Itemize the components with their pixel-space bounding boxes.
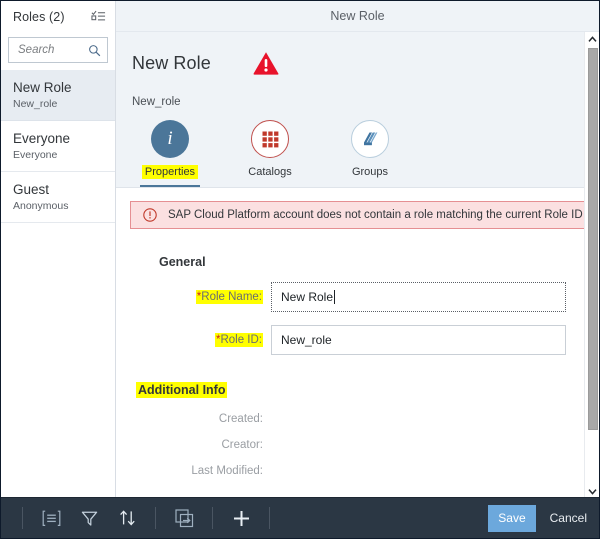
- bottom-toolbar: Save Cancel: [1, 497, 599, 538]
- additional-info-section-title: Additional Info: [136, 382, 227, 398]
- toolbar-divider: [22, 507, 23, 529]
- scroll-up-arrow[interactable]: [585, 32, 599, 46]
- info-circle-icon: i: [151, 120, 189, 158]
- roles-sidebar: Roles (2): [1, 1, 116, 498]
- list-item-guest[interactable]: Guest Anonymous: [1, 172, 115, 223]
- error-circle-icon: [143, 208, 157, 222]
- checklist-icon[interactable]: [91, 9, 106, 24]
- list-item-title: Everyone: [13, 131, 115, 147]
- row-created: Created:: [130, 413, 585, 425]
- created-label: Created:: [130, 413, 271, 425]
- toolbar-divider: [269, 507, 270, 529]
- detail-topbar-title: New Role: [330, 9, 384, 23]
- detail-subtitle: New_role: [132, 96, 599, 108]
- form-row-role-id: *Role ID: New_role: [130, 325, 585, 355]
- role-id-input[interactable]: New_role: [271, 325, 566, 355]
- list-item-everyone[interactable]: Everyone Everyone: [1, 121, 115, 172]
- detail-title-row: New Role: [132, 50, 599, 76]
- warning-triangle-icon: [252, 50, 280, 76]
- detail-header: New Role New_role: [116, 32, 599, 108]
- tab-label-properties: Properties: [142, 165, 198, 179]
- list-item-title: Guest: [13, 182, 115, 198]
- application-window: Roles (2): [0, 0, 600, 539]
- vertical-scrollbar[interactable]: [584, 32, 599, 498]
- copy-move-icon[interactable]: [169, 503, 199, 533]
- search-box[interactable]: [8, 37, 108, 63]
- role-name-label-text: Role Name:: [201, 291, 262, 303]
- role-id-label: *Role ID:: [130, 334, 271, 346]
- form-row-role-name: *Role Name: New Role: [130, 282, 585, 312]
- role-detail-panel: New Role New Role New_role: [116, 1, 599, 498]
- tab-label-groups: Groups: [349, 165, 391, 179]
- tab-label-catalogs: Catalogs: [245, 165, 294, 179]
- tab-groups[interactable]: Groups: [334, 120, 406, 187]
- role-name-input[interactable]: New Role: [271, 282, 566, 312]
- group-list-icon[interactable]: [36, 503, 66, 533]
- row-last-modified: Last Modified:: [130, 465, 585, 477]
- grid-icon: [251, 120, 289, 158]
- creator-label: Creator:: [130, 439, 271, 451]
- list-item-subtitle: New_role: [13, 98, 115, 111]
- error-message-text: SAP Cloud Platform account does not cont…: [168, 209, 583, 221]
- list-item-subtitle: Everyone: [13, 149, 115, 162]
- detail-topbar: New Role: [116, 1, 599, 32]
- search-icon[interactable]: [88, 44, 101, 57]
- row-creator: Creator:: [130, 439, 585, 451]
- filter-icon[interactable]: [74, 503, 104, 533]
- scroll-down-arrow[interactable]: [585, 484, 599, 498]
- role-id-label-text: Role ID:: [220, 334, 262, 346]
- add-icon[interactable]: [226, 503, 256, 533]
- save-button[interactable]: Save: [488, 505, 535, 532]
- list-item-new-role[interactable]: New Role New_role: [1, 70, 115, 121]
- page-title: New Role: [132, 53, 211, 74]
- detail-tabs: i Properties: [116, 108, 599, 187]
- search-input[interactable]: [18, 44, 88, 56]
- role-name-value: New Role: [281, 290, 333, 304]
- toolbar-divider: [155, 507, 156, 529]
- sidebar-header: Roles (2): [1, 1, 115, 32]
- role-name-label: *Role Name:: [130, 291, 271, 303]
- roles-list: New Role New_role Everyone Everyone Gues…: [1, 70, 115, 498]
- search-container: [1, 32, 115, 70]
- scrollbar-thumb[interactable]: [588, 48, 598, 430]
- sidebar-title: Roles (2): [13, 10, 65, 24]
- list-item-title: New Role: [13, 80, 115, 96]
- cancel-button[interactable]: Cancel: [536, 505, 599, 532]
- sort-icon[interactable]: [112, 503, 142, 533]
- tab-catalogs[interactable]: Catalogs: [234, 120, 306, 187]
- text-cursor: [334, 290, 335, 304]
- general-section-title: General: [159, 255, 585, 269]
- detail-content: SAP Cloud Platform account does not cont…: [116, 188, 599, 498]
- layers-icon: [351, 120, 389, 158]
- info-letter: i: [167, 129, 172, 148]
- toolbar-divider: [212, 507, 213, 529]
- list-item-subtitle: Anonymous: [13, 200, 115, 213]
- role-id-value: New_role: [281, 333, 332, 347]
- tab-properties[interactable]: i Properties: [134, 120, 206, 187]
- error-message-bar: SAP Cloud Platform account does not cont…: [130, 201, 585, 229]
- scrollbar-track[interactable]: [587, 46, 598, 484]
- main-body: Roles (2): [1, 1, 599, 498]
- last-modified-label: Last Modified:: [130, 465, 271, 477]
